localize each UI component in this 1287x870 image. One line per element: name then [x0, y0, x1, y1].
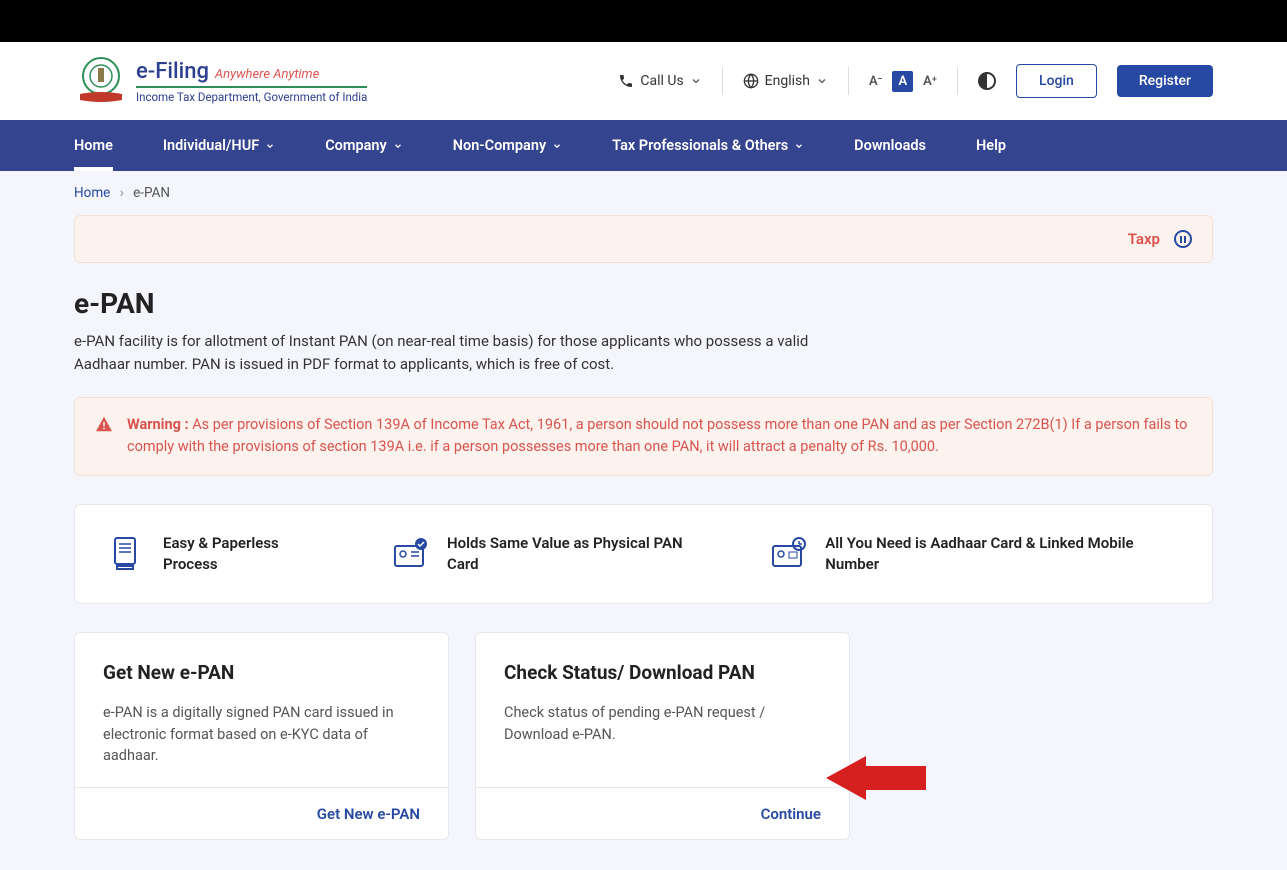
font-normal-button[interactable]: A [892, 71, 913, 92]
nav-noncompany-label: Non-Company [453, 137, 546, 154]
chevron-down-icon [816, 75, 828, 87]
call-us-dropdown[interactable]: Call Us [618, 73, 701, 89]
nav-company-label: Company [325, 137, 387, 154]
chevron-down-icon [552, 141, 562, 151]
language-label: English [765, 73, 810, 89]
feature-aadhaar: All You Need is Aadhaar Card & Linked Mo… [769, 533, 1180, 575]
nav-tax-professionals[interactable]: Tax Professionals & Others [612, 120, 804, 171]
main-nav: Home Individual/HUF Company Non-Company … [0, 120, 1287, 171]
site-header: e-Filing Anywhere Anytime Income Tax Dep… [0, 42, 1287, 120]
font-size-controls: A⁻ A A⁺ [869, 71, 937, 92]
chevron-down-icon [393, 141, 403, 151]
get-new-epan-link[interactable]: Get New e-PAN [317, 805, 420, 823]
card-check-status: Check Status/ Download PAN Check status … [475, 632, 850, 840]
logo-title: e-Filing [136, 59, 209, 84]
feature-aadhaar-text: All You Need is Aadhaar Card & Linked Mo… [825, 533, 1180, 575]
chevron-down-icon [265, 141, 275, 151]
nav-downloads-label: Downloads [854, 137, 926, 154]
logo-department: Income Tax Department, Government of Ind… [136, 90, 367, 104]
warning-box: Warning : As per provisions of Section 1… [74, 397, 1213, 476]
breadcrumb: Home › e-PAN [74, 171, 1213, 215]
id-card-clock-icon [769, 534, 809, 574]
breadcrumb-home-link[interactable]: Home [74, 185, 110, 201]
font-increase-button[interactable]: A⁺ [923, 74, 937, 89]
feature-same-value-text: Holds Same Value as Physical PAN Card [447, 533, 709, 575]
chevron-down-icon [794, 141, 804, 151]
nav-home[interactable]: Home [74, 120, 113, 171]
news-ticker: Taxp [74, 215, 1213, 263]
page-description: e-PAN facility is for allotment of Insta… [74, 330, 834, 375]
card-get-new-desc: e-PAN is a digitally signed PAN card iss… [103, 702, 420, 767]
contrast-toggle-icon[interactable] [978, 72, 996, 90]
page-title: e-PAN [74, 287, 1213, 320]
register-button[interactable]: Register [1117, 65, 1213, 97]
nav-individual[interactable]: Individual/HUF [163, 120, 275, 171]
feature-same-value: Holds Same Value as Physical PAN Card [391, 533, 709, 575]
call-us-label: Call Us [640, 73, 683, 89]
pause-icon[interactable] [1174, 230, 1192, 248]
language-dropdown[interactable]: English [743, 73, 828, 89]
warning-text: As per provisions of Section 139A of Inc… [127, 416, 1187, 455]
emblem-logo [74, 54, 128, 108]
feature-paperless: Easy & Paperless Process [107, 533, 331, 575]
phone-icon [618, 73, 634, 89]
globe-icon [743, 73, 759, 89]
nav-help-label: Help [976, 137, 1006, 154]
features-box: Easy & Paperless Process Holds Same Valu… [74, 504, 1213, 604]
breadcrumb-separator: › [120, 185, 124, 201]
card-check-status-title: Check Status/ Download PAN [504, 661, 821, 684]
card-get-new-epan: Get New e-PAN e-PAN is a digitally signe… [74, 632, 449, 840]
nav-downloads[interactable]: Downloads [854, 120, 926, 171]
logo-tagline: Anywhere Anytime [215, 67, 319, 82]
nav-taxpro-label: Tax Professionals & Others [612, 137, 788, 154]
chevron-down-icon [690, 75, 702, 87]
document-icon [107, 534, 147, 574]
logo-area[interactable]: e-Filing Anywhere Anytime Income Tax Dep… [74, 54, 367, 108]
warning-label: Warning : [127, 416, 189, 433]
breadcrumb-current: e-PAN [133, 185, 170, 201]
nav-company[interactable]: Company [325, 120, 403, 171]
ticker-text: Taxp [1128, 230, 1160, 248]
login-button[interactable]: Login [1016, 64, 1097, 98]
font-decrease-button[interactable]: A⁻ [869, 74, 882, 89]
card-get-new-title: Get New e-PAN [103, 661, 420, 684]
continue-link[interactable]: Continue [761, 805, 821, 823]
card-check-status-desc: Check status of pending e-PAN request / … [504, 702, 821, 746]
nav-non-company[interactable]: Non-Company [453, 120, 562, 171]
id-card-badge-icon [391, 534, 431, 574]
nav-help[interactable]: Help [976, 120, 1006, 171]
browser-black-bar [0, 0, 1287, 42]
warning-icon [95, 416, 113, 432]
nav-individual-label: Individual/HUF [163, 137, 259, 154]
nav-home-label: Home [74, 137, 113, 154]
feature-paperless-text: Easy & Paperless Process [163, 533, 331, 575]
